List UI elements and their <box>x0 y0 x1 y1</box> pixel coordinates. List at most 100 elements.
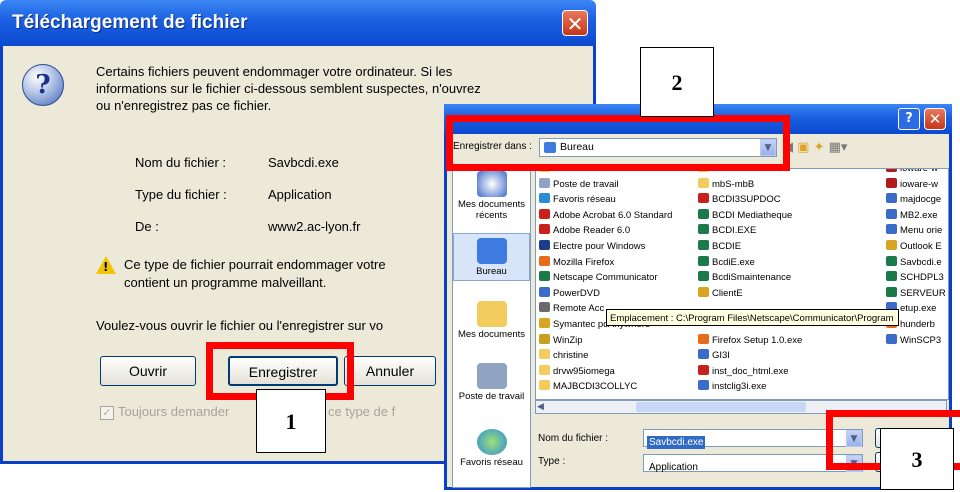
list-item[interactable]: SCHDPL3 <box>886 270 944 285</box>
file-icon <box>698 240 709 250</box>
sidebar-item-my-computer[interactable]: Poste de travail <box>453 363 530 402</box>
list-item[interactable]: PowerDVD <box>539 286 600 301</box>
list-item[interactable]: BcdiE.exe <box>698 255 755 270</box>
help-icon[interactable]: ? <box>898 108 920 130</box>
list-item[interactable]: WinSCP3 <box>886 333 941 348</box>
list-item[interactable]: Firefox Setup 1.0.exe <box>698 333 802 348</box>
list-item[interactable]: SERVEUR <box>886 286 946 301</box>
list-item-label: BcdiSmaintenance <box>712 272 792 284</box>
file-icon <box>698 333 709 344</box>
filename-input-value: Savbcdi.exe <box>647 436 706 449</box>
list-item[interactable]: inst_doc_html.exe <box>698 364 789 379</box>
always-ask-checkbox[interactable]: ✓ <box>100 406 114 420</box>
file-icon <box>886 286 897 297</box>
list-item[interactable]: Adobe Reader 6.0 <box>539 223 630 238</box>
file-icon <box>539 364 550 375</box>
list-item[interactable]: BCDIE <box>698 239 741 254</box>
list-item[interactable]: ioware-w <box>886 169 938 176</box>
close-icon[interactable]: ✕ <box>924 108 946 130</box>
list-item-label: etup.exe <box>900 303 937 315</box>
list-item-label: BCDIE <box>712 241 742 252</box>
sidebar-label: Poste de travail <box>458 391 525 402</box>
list-item-label: WinSCP3 <box>900 334 942 346</box>
list-item[interactable]: ClientE <box>698 286 743 301</box>
file-icon <box>886 333 897 344</box>
file-icon <box>886 224 897 235</box>
list-item[interactable]: Menu orie <box>886 223 942 238</box>
type-field-label: Type : <box>538 456 566 467</box>
cancel-button[interactable]: Annuler <box>344 356 436 386</box>
list-item[interactable]: MAJBCDI3COLLYC <box>539 379 637 394</box>
list-item-label: Menu orie <box>900 225 943 237</box>
list-item[interactable]: Adobe Acrobat 6.0 Standard <box>539 208 672 223</box>
list-item-label: hunderb <box>900 319 935 330</box>
list-item-label: mbS-mbB <box>712 178 755 190</box>
list-item[interactable]: WinZip <box>539 333 583 348</box>
file-icon <box>698 193 709 204</box>
list-item[interactable]: christine <box>539 348 588 363</box>
list-item-label: PowerDVD <box>553 287 600 299</box>
file-icon <box>698 364 709 375</box>
list-item[interactable]: majdocge <box>886 192 941 207</box>
toolbar-icons[interactable]: ◀ ▣ ✦ ▦▾ <box>783 138 913 158</box>
list-item[interactable]: Remote Acc <box>539 301 604 316</box>
list-item[interactable]: mbS-mbB <box>698 177 754 192</box>
file-icon <box>698 208 709 219</box>
places-bar: Mes documents récents Bureau Mes documen… <box>452 166 531 488</box>
file-icon <box>539 286 550 297</box>
list-item[interactable]: Poste de travail <box>539 177 618 192</box>
list-item[interactable]: Favoris réseau <box>539 192 616 207</box>
list-item[interactable]: Outlook E <box>886 239 942 254</box>
file-icon <box>886 177 897 188</box>
file-icon <box>886 255 897 266</box>
list-item[interactable]: BCDI3SUPDOC <box>698 192 781 207</box>
file-icon <box>698 271 709 282</box>
file-icon <box>698 380 709 391</box>
file-icon <box>886 193 897 204</box>
filename-field-label: Nom du fichier : <box>538 433 609 444</box>
list-item[interactable]: Netscape Communicator <box>539 270 658 285</box>
list-item-label: BCDI.EXE <box>712 225 757 237</box>
list-item[interactable]: instclig3i.exe <box>698 379 766 394</box>
list-item[interactable]: MB2.exe <box>886 208 938 223</box>
folder-icon <box>476 301 507 327</box>
file-icon <box>539 208 550 219</box>
computer-icon <box>476 363 507 389</box>
file-icon <box>539 302 550 313</box>
list-item[interactable]: Electre pour Windows <box>539 239 645 254</box>
file-icon <box>539 193 550 204</box>
list-item-label: WinZip <box>553 334 583 346</box>
question-text: Voulez-vous ouvrir le fichier ou l'enreg… <box>96 318 384 333</box>
open-button[interactable]: Ouvrir <box>100 356 196 386</box>
list-item[interactable]: Savbcdi.e <box>886 255 942 270</box>
sidebar-item-network[interactable]: Favoris réseau <box>453 429 530 468</box>
sidebar-item-my-documents[interactable]: Mes documents <box>453 301 530 340</box>
list-item-label: Remote Acc <box>553 303 605 315</box>
list-item[interactable]: BcdiSmaintenance <box>698 270 791 285</box>
risk-message-line2: contient un programme malveillant. <box>124 275 327 290</box>
sidebar-label: Mes documents <box>457 329 526 340</box>
download-dialog-titlebar: Téléchargement de fichier ✕ <box>0 0 596 46</box>
sidebar-item-recent[interactable]: Mes documents récents <box>453 171 530 221</box>
scroll-left-icon[interactable]: ◀ <box>537 401 549 413</box>
sidebar-label: Favoris réseau <box>460 457 523 468</box>
file-icon <box>698 349 709 360</box>
list-item-label: MB2.exe <box>900 209 938 221</box>
list-item[interactable]: BCDI Mediatheque <box>698 208 792 223</box>
list-item[interactable]: ioware-w <box>886 177 938 192</box>
file-list[interactable]: Mes documents Poste de travail Favoris rés… <box>535 168 949 400</box>
sidebar-item-desktop[interactable]: Bureau <box>453 233 530 281</box>
list-item[interactable]: Mozilla Firefox <box>539 255 614 270</box>
list-item-label: Outlook E <box>900 241 942 252</box>
question-icon: ? <box>22 64 64 106</box>
close-icon[interactable]: ✕ <box>562 10 588 36</box>
scrollbar-thumb[interactable] <box>636 402 806 412</box>
list-item-label: BcdiE.exe <box>712 256 755 268</box>
list-item[interactable]: drvw95iomega <box>539 364 615 379</box>
list-item[interactable]: GI3I <box>698 348 730 363</box>
warning-message-line1: Certains fichiers peuvent endommager vot… <box>96 64 453 79</box>
list-item-label: majdocge <box>900 194 942 206</box>
file-icon <box>698 255 709 266</box>
list-item[interactable]: BCDI.EXE <box>698 223 756 238</box>
list-item-label: Electre pour Windows <box>553 241 646 252</box>
